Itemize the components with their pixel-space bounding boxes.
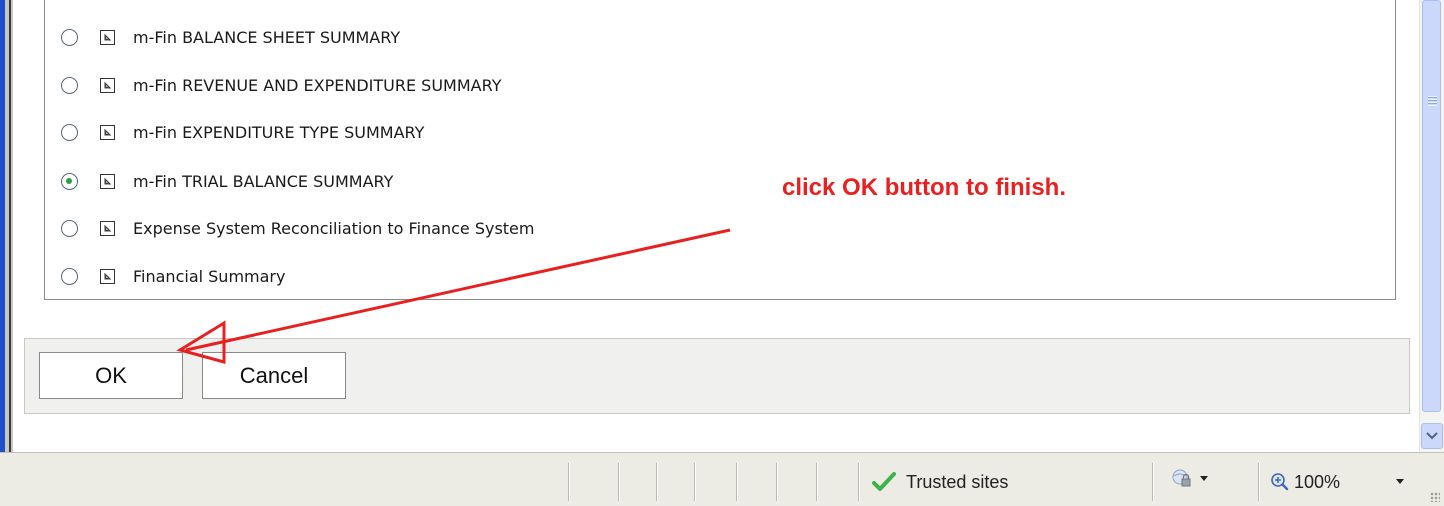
window-frame-border	[0, 0, 5, 452]
status-separator	[858, 463, 859, 501]
report-icon	[100, 220, 115, 236]
report-icon	[100, 268, 115, 284]
status-separator	[776, 463, 777, 501]
window-frame-edge	[9, 0, 11, 452]
report-radio[interactable]	[61, 28, 78, 46]
status-separator	[736, 463, 737, 501]
scrollbar-thumb[interactable]	[1422, 0, 1441, 412]
scroll-down-button[interactable]	[1421, 423, 1443, 449]
status-separator	[694, 463, 695, 501]
report-label: m-Fin REVENUE AND EXPENDITURE SUMMARY	[133, 75, 502, 95]
report-label: Expense System Reconciliation to Finance…	[133, 218, 535, 238]
report-label: Financial Summary	[133, 266, 286, 286]
vertical-scrollbar[interactable]	[1419, 0, 1444, 452]
report-icon	[100, 29, 115, 45]
report-radio[interactable]	[61, 123, 78, 141]
status-bar: Trusted sites 100%	[0, 452, 1444, 506]
dialog-button-panel: OK Cancel	[24, 338, 1410, 414]
report-label: m-Fin TRIAL BALANCE SUMMARY	[133, 171, 394, 191]
zone-label: Trusted sites	[906, 471, 1009, 492]
magnifier-plus-icon	[1271, 473, 1289, 491]
report-radio[interactable]	[61, 76, 78, 94]
scrollbar-grip	[1428, 96, 1437, 106]
report-radio-selected[interactable]	[61, 172, 78, 190]
zoom-level: 100%	[1294, 471, 1341, 492]
security-zone[interactable]: Trusted sites	[872, 463, 1008, 501]
annotation-text: click OK button to finish.	[782, 174, 1066, 201]
zoom-dropdown-button[interactable]	[1396, 479, 1404, 484]
chevron-down-icon	[1426, 432, 1438, 440]
chevron-down-icon[interactable]	[1200, 475, 1208, 481]
globe-lock-icon	[1172, 469, 1191, 487]
chevron-down-icon	[1396, 479, 1404, 484]
report-option[interactable]: Expense System Reconciliation to Finance…	[61, 216, 534, 240]
status-separator	[1258, 463, 1259, 501]
report-list: m-Fin BALANCE SHEET SUMMARY m-Fin REVENU…	[44, 0, 1396, 300]
report-option[interactable]: m-Fin BALANCE SHEET SUMMARY	[61, 25, 400, 49]
resize-grip-icon[interactable]	[1430, 492, 1440, 502]
report-label: m-Fin EXPENDITURE TYPE SUMMARY	[133, 122, 425, 142]
report-radio[interactable]	[61, 267, 78, 285]
report-label: m-Fin BALANCE SHEET SUMMARY	[133, 27, 401, 47]
report-radio[interactable]	[61, 219, 78, 237]
status-separator	[656, 463, 657, 501]
cancel-button[interactable]: Cancel	[202, 352, 346, 399]
ok-button[interactable]: OK	[39, 352, 183, 399]
status-separator	[568, 463, 569, 501]
report-option[interactable]: m-Fin REVENUE AND EXPENDITURE SUMMARY	[61, 73, 501, 97]
report-option[interactable]: m-Fin TRIAL BALANCE SUMMARY	[61, 169, 393, 193]
green-check-icon	[872, 472, 896, 491]
report-icon	[100, 173, 115, 189]
status-separator	[618, 463, 619, 501]
report-option[interactable]: m-Fin EXPENDITURE TYPE SUMMARY	[61, 120, 424, 144]
protected-mode-button[interactable]	[1170, 467, 1208, 489]
report-icon	[100, 77, 115, 93]
report-icon	[100, 124, 115, 140]
status-separator	[816, 463, 817, 501]
window-frame-left	[0, 0, 13, 452]
report-option[interactable]: Financial Summary	[61, 264, 285, 288]
zoom-control[interactable]: 100%	[1270, 463, 1340, 501]
status-separator	[1152, 463, 1153, 501]
